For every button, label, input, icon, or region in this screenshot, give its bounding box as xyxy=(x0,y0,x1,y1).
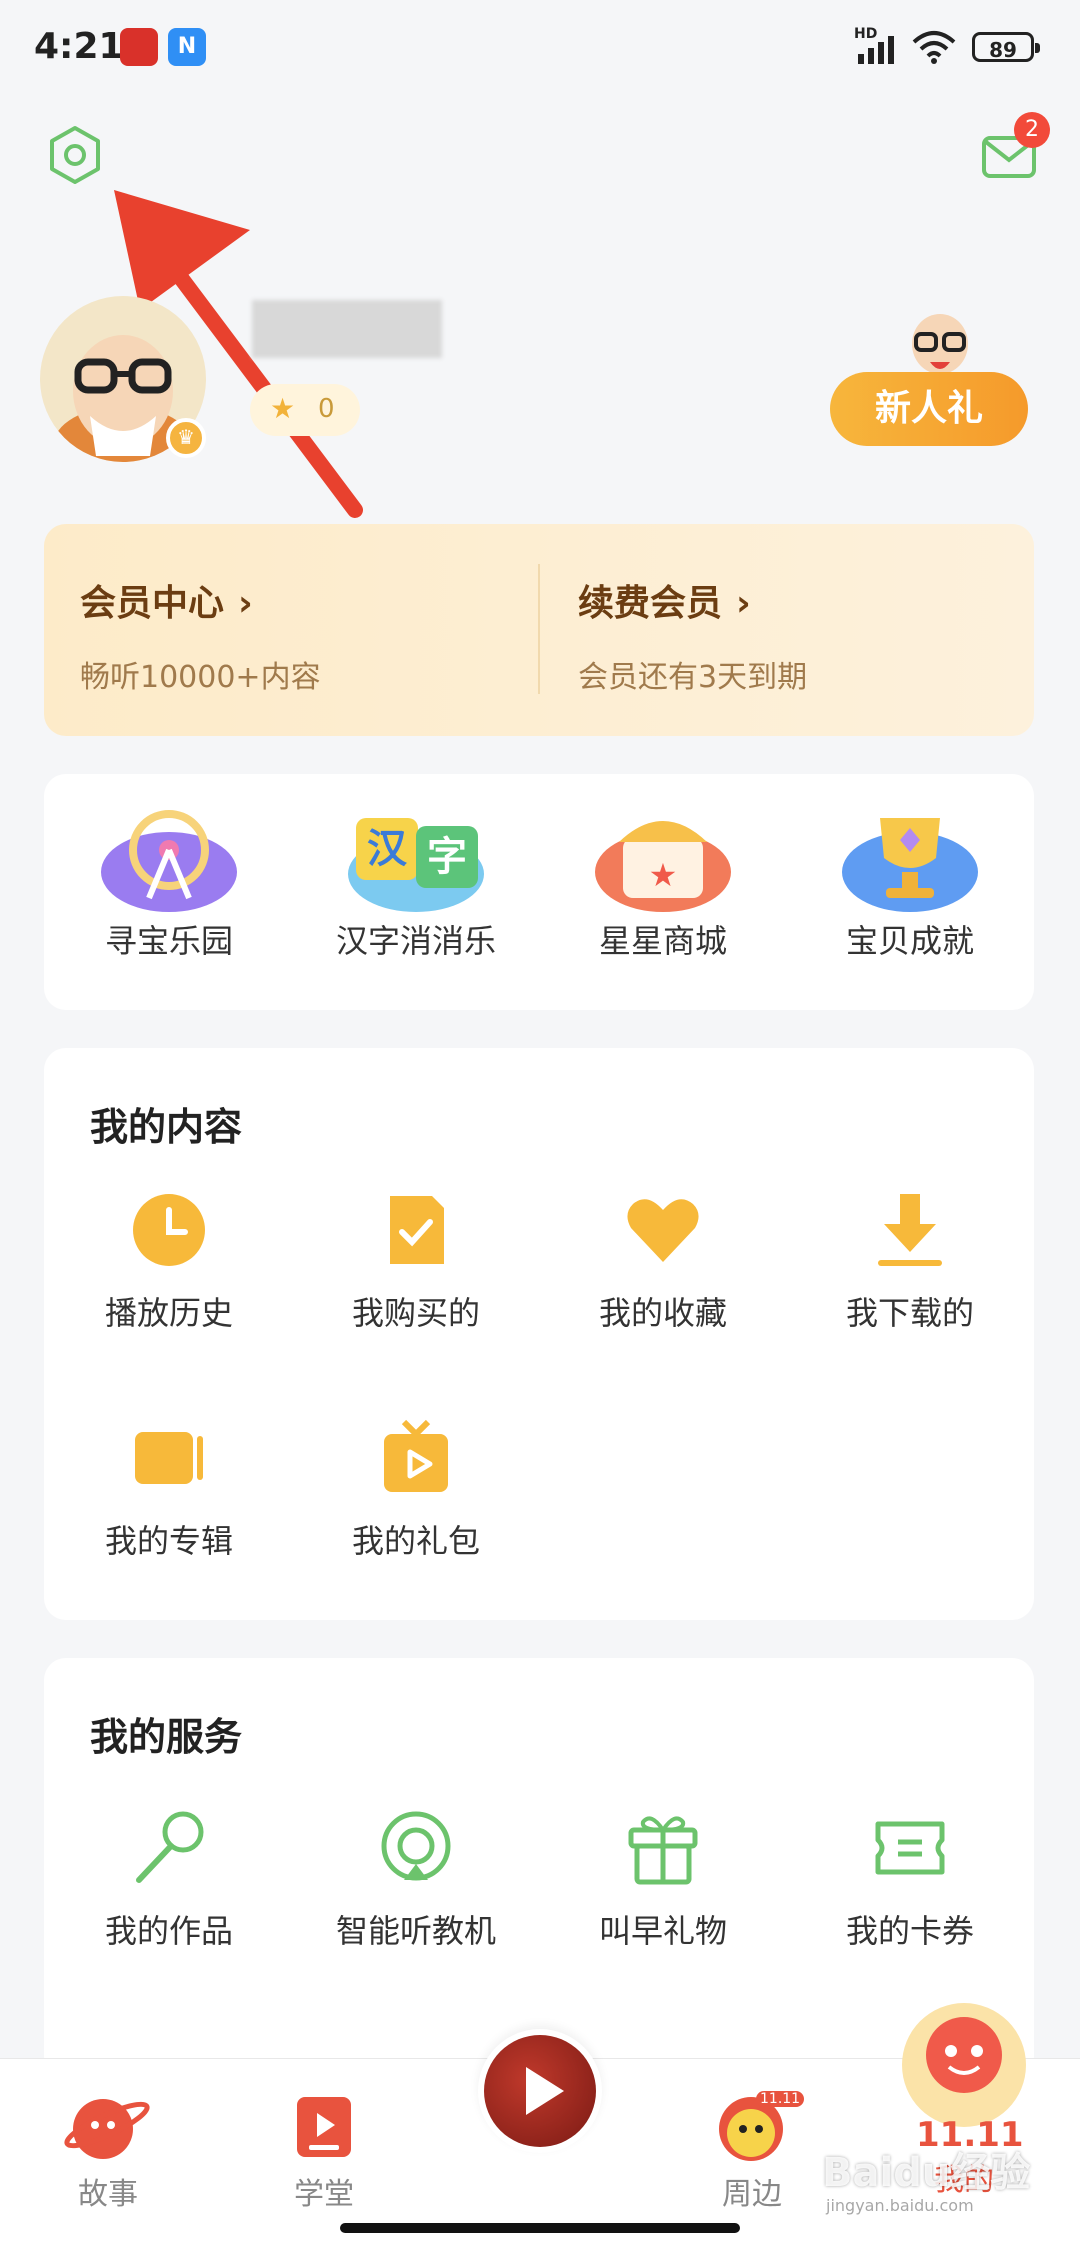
mail-badge: 2 xyxy=(1014,112,1050,148)
crown-badge-icon: ♛ xyxy=(166,418,206,458)
tab-label: 学堂 xyxy=(294,2177,354,2212)
mail-button[interactable]: 2 xyxy=(980,112,1050,182)
microphone-icon xyxy=(136,1811,204,1883)
content-label: 我的礼包 xyxy=(351,1522,480,1560)
chevron-right-icon: › xyxy=(238,583,253,624)
star-icon: ★ xyxy=(270,392,296,425)
download-icon xyxy=(878,1194,942,1266)
coupon-icon xyxy=(875,1821,945,1875)
service-label: 我的作品 xyxy=(104,1912,233,1950)
content-item-downloads[interactable]: 我下载的 xyxy=(785,1190,1035,1334)
tab-label: 周边 xyxy=(722,2177,782,2212)
service-label: 我的卡券 xyxy=(845,1912,974,1950)
content-item-favorites[interactable]: 我的收藏 xyxy=(538,1190,788,1334)
hanzi-icon: 汉 字 xyxy=(348,818,484,912)
feature-label: 寻宝乐园 xyxy=(104,922,233,960)
trophy-icon xyxy=(842,818,978,912)
tab-story[interactable]: 故事 xyxy=(38,2085,178,2213)
content-item-history[interactable]: 播放历史 xyxy=(44,1190,294,1334)
app-notification-n-icon: N xyxy=(168,28,206,66)
content-item-albums[interactable]: 我的专辑 xyxy=(44,1418,294,1562)
my-content-title: 我的内容 xyxy=(90,1105,243,1149)
vip-card: 会员中心 › 畅听10000+内容 续费会员 › 会员还有3天到期 xyxy=(44,524,1034,736)
gift-mascot-icon xyxy=(900,300,980,380)
content-item-gift-packages[interactable]: 我的礼包 xyxy=(291,1418,541,1562)
content-label: 我的收藏 xyxy=(598,1294,727,1332)
app-notification-icon xyxy=(120,28,158,66)
story-planet-icon xyxy=(64,2099,150,2159)
settings-gear-icon[interactable] xyxy=(44,124,106,186)
device-icon xyxy=(381,1811,451,1881)
content-label: 我的专辑 xyxy=(104,1522,233,1560)
purchased-icon xyxy=(390,1196,444,1264)
username-blurred xyxy=(252,300,442,358)
service-item-coupons[interactable]: 我的卡券 xyxy=(785,1808,1035,1952)
tab-badge: 11.11 xyxy=(756,2091,805,2107)
watermark: Baidu经验 xyxy=(822,2150,1031,2196)
home-indicator[interactable] xyxy=(340,2223,740,2233)
features-card: 寻宝乐园 汉 字 汉字消消乐 ★ 星星商城 宝贝成就 xyxy=(44,774,1034,1010)
vip-renew-desc: 会员还有3天到期 xyxy=(578,660,808,695)
vip-divider xyxy=(538,564,540,694)
gift-package-icon xyxy=(384,1419,448,1492)
ferris-wheel-icon xyxy=(101,810,237,912)
my-services-title: 我的服务 xyxy=(90,1715,243,1759)
feature-label: 星星商城 xyxy=(598,922,727,960)
service-label: 智能听教机 xyxy=(335,1912,496,1950)
content-item-purchased[interactable]: 我购买的 xyxy=(291,1190,541,1334)
signal-icon xyxy=(858,36,894,64)
feature-star-shop[interactable]: ★ 星星商城 xyxy=(538,802,788,962)
octopus-icon xyxy=(902,2003,1026,2127)
play-icon xyxy=(526,2067,564,2115)
vip-renew-title[interactable]: 续费会员 › xyxy=(578,574,751,626)
tab-play[interactable] xyxy=(478,2029,602,2153)
my-content-card: 我的内容 播放历史 我购买的 我的收藏 我下载的 我的专辑 我的礼包 xyxy=(44,1048,1034,1620)
tab-mine[interactable]: 11.11 我的 xyxy=(884,1999,1044,2198)
service-item-smart-device[interactable]: 智能听教机 xyxy=(291,1808,541,1952)
classroom-icon xyxy=(297,2097,351,2157)
album-icon xyxy=(135,1432,203,1484)
feature-hanzi-game[interactable]: 汉 字 汉字消消乐 xyxy=(291,802,541,962)
star-count-pill[interactable]: ★ 0 xyxy=(250,384,360,436)
battery-indicator: 89 xyxy=(972,32,1040,62)
feature-treasure-park[interactable]: 寻宝乐园 xyxy=(44,802,294,962)
svg-text:字: 字 xyxy=(427,834,467,880)
tab-classroom[interactable]: 学堂 xyxy=(254,2085,394,2213)
svg-text:★: ★ xyxy=(649,856,678,894)
svg-text:汉: 汉 xyxy=(367,826,408,872)
heart-icon xyxy=(627,1199,699,1262)
chevron-right-icon: › xyxy=(736,583,751,624)
feature-label: 宝贝成就 xyxy=(845,922,974,960)
status-time: 4:21 xyxy=(34,26,124,67)
watermark-url: jingyan.baidu.com xyxy=(826,2196,974,2215)
gift-icon xyxy=(628,1816,698,1885)
clock-icon xyxy=(133,1194,205,1266)
status-bar: 4:21 N HD 89 xyxy=(0,0,1080,100)
service-item-wakeup-gift[interactable]: 叫早礼物 xyxy=(538,1808,788,1952)
content-label: 播放历史 xyxy=(104,1294,233,1332)
tab-peripheral[interactable]: 11.11 周边 xyxy=(682,2085,822,2213)
wifi-icon xyxy=(912,31,956,64)
feature-label: 汉字消消乐 xyxy=(335,922,496,960)
shop-icon: ★ xyxy=(595,821,731,912)
tab-label: 故事 xyxy=(78,2177,138,2212)
feature-baby-achievement[interactable]: 宝贝成就 xyxy=(785,802,1035,962)
vip-center-title[interactable]: 会员中心 › xyxy=(80,574,253,626)
content-label: 我购买的 xyxy=(351,1294,480,1332)
content-label: 我下载的 xyxy=(845,1294,974,1332)
new-user-gift-button[interactable]: 新人礼 xyxy=(830,372,1028,446)
vip-center-desc: 畅听10000+内容 xyxy=(80,660,321,695)
star-count: 0 xyxy=(318,394,335,424)
service-item-works[interactable]: 我的作品 xyxy=(44,1808,294,1952)
service-label: 叫早礼物 xyxy=(598,1912,727,1950)
